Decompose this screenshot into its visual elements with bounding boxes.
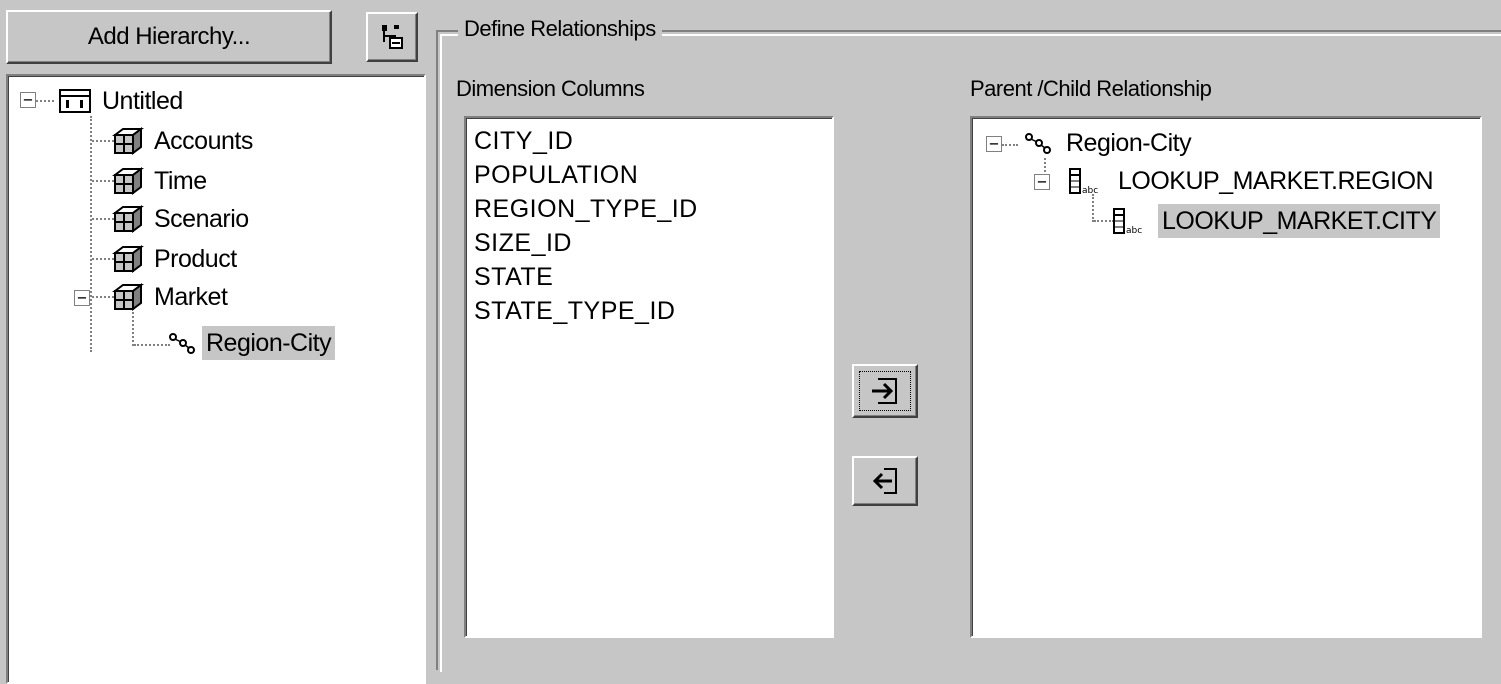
tree-node-region-city[interactable]: Region-City (166, 324, 336, 362)
group-title: Define Relationships (458, 16, 662, 42)
list-item[interactable]: POPULATION (474, 158, 824, 192)
tree-node-label: Market (154, 283, 228, 311)
move-left-icon (872, 468, 897, 494)
tree-node-label: Untitled (102, 87, 183, 115)
move-right-icon (872, 378, 897, 404)
dimension-cube-icon (112, 245, 144, 273)
dimension-columns-list[interactable]: CITY_ID POPULATION REGION_TYPE_ID SIZE_I… (464, 116, 834, 638)
list-item[interactable]: REGION_TYPE_ID (474, 192, 824, 226)
tree-node-product[interactable]: Product (112, 240, 241, 278)
add-hierarchy-button[interactable]: Add Hierarchy... (6, 10, 332, 64)
tree-node-root[interactable]: Untitled (58, 82, 187, 120)
tree-node-label: Scenario (154, 205, 249, 233)
tree-node-label: LOOKUP_MARKET.REGION (1118, 167, 1434, 195)
tree-node-label: Product (154, 245, 237, 273)
hierarchy-icon (166, 329, 196, 357)
tree-node-scenario[interactable]: Scenario (112, 200, 253, 238)
dimension-cube-icon (112, 127, 144, 155)
list-item[interactable]: STATE_TYPE_ID (474, 294, 824, 328)
relationship-root-node[interactable]: Region-City (1022, 124, 1195, 162)
list-item[interactable]: SIZE_ID (474, 226, 824, 260)
tree-node-time[interactable]: Time (112, 162, 211, 200)
collapse-toggle-icon[interactable]: − (1034, 174, 1050, 190)
dimension-cube-icon (112, 283, 144, 311)
hierarchy-tree[interactable]: − Untitled Accounts Time Scenario Produc… (6, 74, 426, 684)
tree-node-accounts[interactable]: Accounts (112, 122, 257, 160)
dimension-cube-icon (112, 205, 144, 233)
add-to-relationship-button[interactable] (852, 364, 918, 418)
remove-from-relationship-button[interactable] (852, 456, 918, 506)
tree-node-label: Time (154, 167, 207, 195)
relationship-child-node[interactable]: abc LOOKUP_MARKET.CITY (1112, 202, 1441, 240)
collapse-toggle-icon[interactable]: − (986, 136, 1002, 152)
hierarchy-tool-icon (382, 25, 403, 49)
collapse-toggle-icon[interactable]: − (74, 290, 90, 306)
tree-node-label: LOOKUP_MARKET.CITY (1158, 204, 1441, 238)
column-icon: abc (1112, 207, 1152, 236)
dimension-cube-icon (112, 167, 144, 195)
svg-text:abc: abc (1126, 226, 1142, 236)
tree-node-market[interactable]: Market (112, 278, 231, 316)
parent-child-label: Parent /Child Relationship (970, 76, 1212, 101)
tree-node-label: Accounts (154, 127, 253, 155)
relationship-parent-node[interactable]: abc LOOKUP_MARKET.REGION (1068, 162, 1437, 200)
tree-node-label: Region-City (1066, 129, 1192, 157)
column-icon: abc (1068, 167, 1108, 196)
add-hierarchy-label: Add Hierarchy... (87, 23, 251, 50)
dimension-columns-label: Dimension Columns (456, 76, 645, 101)
hierarchy-icon (1022, 129, 1056, 157)
list-item[interactable]: STATE (474, 260, 824, 294)
tree-node-label: Region-City (202, 326, 336, 360)
collapse-toggle-icon[interactable]: − (20, 92, 36, 108)
hierarchy-properties-button[interactable] (366, 12, 418, 62)
parent-child-tree[interactable]: − Region-City − abc LOOKUP_MARKET.REGION… (970, 116, 1482, 638)
list-item[interactable]: CITY_ID (474, 124, 824, 158)
database-icon (58, 87, 92, 115)
svg-text:abc: abc (1082, 186, 1098, 196)
